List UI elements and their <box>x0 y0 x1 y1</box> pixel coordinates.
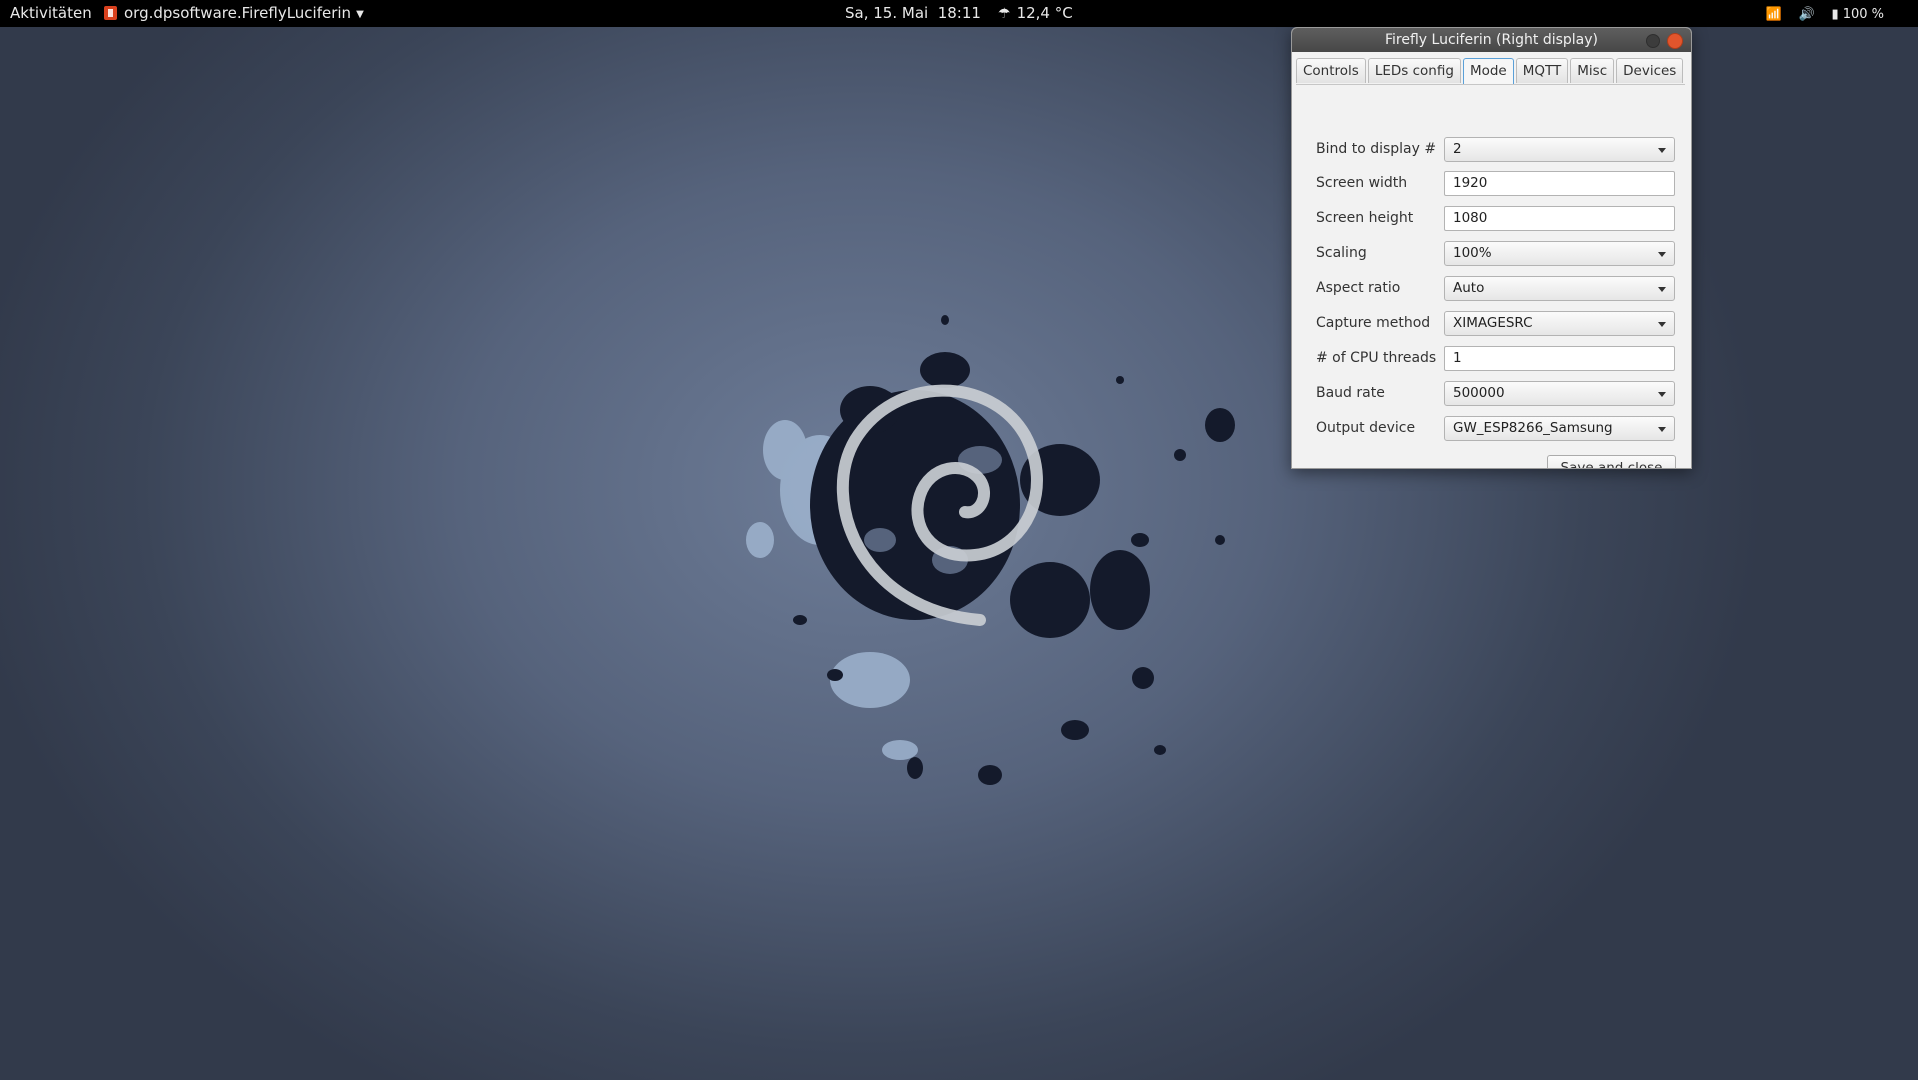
aspect-ratio-select[interactable]: Auto <box>1444 276 1675 301</box>
window-titlebar[interactable]: Firefly Luciferin (Right display) <box>1292 28 1691 52</box>
baud-rate-label: Baud rate <box>1316 385 1385 401</box>
aspect-ratio-value: Auto <box>1453 280 1485 296</box>
weather-icon: ☂ <box>998 6 1011 22</box>
form-row-screen-width: Screen width 1920 <box>1316 171 1676 196</box>
tab-bar: Controls LEDs config Mode MQTT Misc Devi… <box>1296 58 1685 84</box>
cpu-threads-label: # of CPU threads <box>1316 350 1437 366</box>
scaling-value: 100% <box>1453 245 1492 261</box>
form-row-aspect-ratio: Aspect ratio Auto <box>1316 276 1676 301</box>
capture-method-value: XIMAGESRC <box>1453 315 1533 331</box>
screen-height-label: Screen height <box>1316 210 1414 226</box>
scaling-label: Scaling <box>1316 245 1367 261</box>
cpu-threads-input[interactable]: 1 <box>1444 346 1675 371</box>
chevron-down-icon <box>1658 148 1666 153</box>
weather-indicator[interactable]: ☂ 12,4 °C <box>998 0 1073 27</box>
system-status-area[interactable]: 📶 🔊 ▮ 100 % <box>1754 0 1884 27</box>
scaling-select[interactable]: 100% <box>1444 241 1675 266</box>
screen-width-input[interactable]: 1920 <box>1444 171 1675 196</box>
output-device-value: GW_ESP8266_Samsung <box>1453 420 1613 436</box>
output-device-label: Output device <box>1316 420 1416 436</box>
form-row-screen-height: Screen height 1080 <box>1316 206 1676 231</box>
output-device-select[interactable]: GW_ESP8266_Samsung <box>1444 416 1675 441</box>
battery-percentage: 100 % <box>1842 7 1884 22</box>
baud-rate-value: 500000 <box>1453 385 1505 401</box>
settings-window: Firefly Luciferin (Right display) Contro… <box>1291 27 1692 469</box>
capture-method-select[interactable]: XIMAGESRC <box>1444 311 1675 336</box>
wifi-icon: 📶 <box>1765 7 1782 22</box>
app-menu-label: org.dpsoftware.FireflyLuciferin <box>124 4 352 22</box>
app-menu[interactable]: org.dpsoftware.FireflyLuciferin ▼ <box>104 0 364 27</box>
tab-mqtt[interactable]: MQTT <box>1515 58 1569 83</box>
window-title: Firefly Luciferin (Right display) <box>1384 32 1598 48</box>
battery-icon: ▮ <box>1831 7 1839 22</box>
tab-controls[interactable]: Controls <box>1296 58 1366 83</box>
close-button[interactable] <box>1667 33 1683 49</box>
screen-width-label: Screen width <box>1316 175 1408 191</box>
chevron-down-icon <box>1658 427 1666 432</box>
aspect-ratio-label: Aspect ratio <box>1316 280 1401 296</box>
form-row-output-device: Output device GW_ESP8266_Samsung <box>1316 416 1676 441</box>
form-row-cpu-threads: # of CPU threads 1 <box>1316 346 1676 371</box>
bind-display-label: Bind to display # <box>1316 141 1437 157</box>
caret-down-icon: ▼ <box>356 9 364 20</box>
debian-swirl-wallpaper <box>746 315 1235 785</box>
bind-display-value: 2 <box>1453 141 1462 157</box>
form-row-bind-display: Bind to display # 2 <box>1316 137 1676 162</box>
save-and-close-button[interactable]: Save and close <box>1547 455 1676 468</box>
clock[interactable]: Sa, 15. Mai 18:11 <box>845 0 981 27</box>
chevron-down-icon <box>1658 287 1666 292</box>
chevron-down-icon <box>1658 252 1666 257</box>
weather-temperature: 12,4 °C <box>1016 4 1073 22</box>
tab-leds-config[interactable]: LEDs config <box>1367 58 1461 83</box>
screen-height-input[interactable]: 1080 <box>1444 206 1675 231</box>
bind-display-select[interactable]: 2 <box>1444 137 1675 162</box>
form-row-scaling: Scaling 100% <box>1316 241 1676 266</box>
minimize-button[interactable] <box>1646 34 1660 48</box>
tab-misc[interactable]: Misc <box>1570 58 1615 83</box>
mode-tab-panel: Bind to display # 2 Screen width 1920 Sc… <box>1296 84 1685 468</box>
volume-icon: 🔊 <box>1798 7 1815 22</box>
top-bar: Aktivitäten org.dpsoftware.FireflyLucife… <box>0 0 1918 27</box>
chevron-down-icon <box>1658 322 1666 327</box>
tab-devices[interactable]: Devices <box>1616 58 1684 83</box>
tab-mode[interactable]: Mode <box>1462 58 1514 84</box>
app-icon <box>104 6 117 20</box>
activities-button[interactable]: Aktivitäten <box>10 0 92 27</box>
form-row-capture-method: Capture method XIMAGESRC <box>1316 311 1676 336</box>
chevron-down-icon <box>1658 392 1666 397</box>
baud-rate-select[interactable]: 500000 <box>1444 381 1675 406</box>
form-row-baud-rate: Baud rate 500000 <box>1316 381 1676 406</box>
capture-method-label: Capture method <box>1316 315 1431 331</box>
